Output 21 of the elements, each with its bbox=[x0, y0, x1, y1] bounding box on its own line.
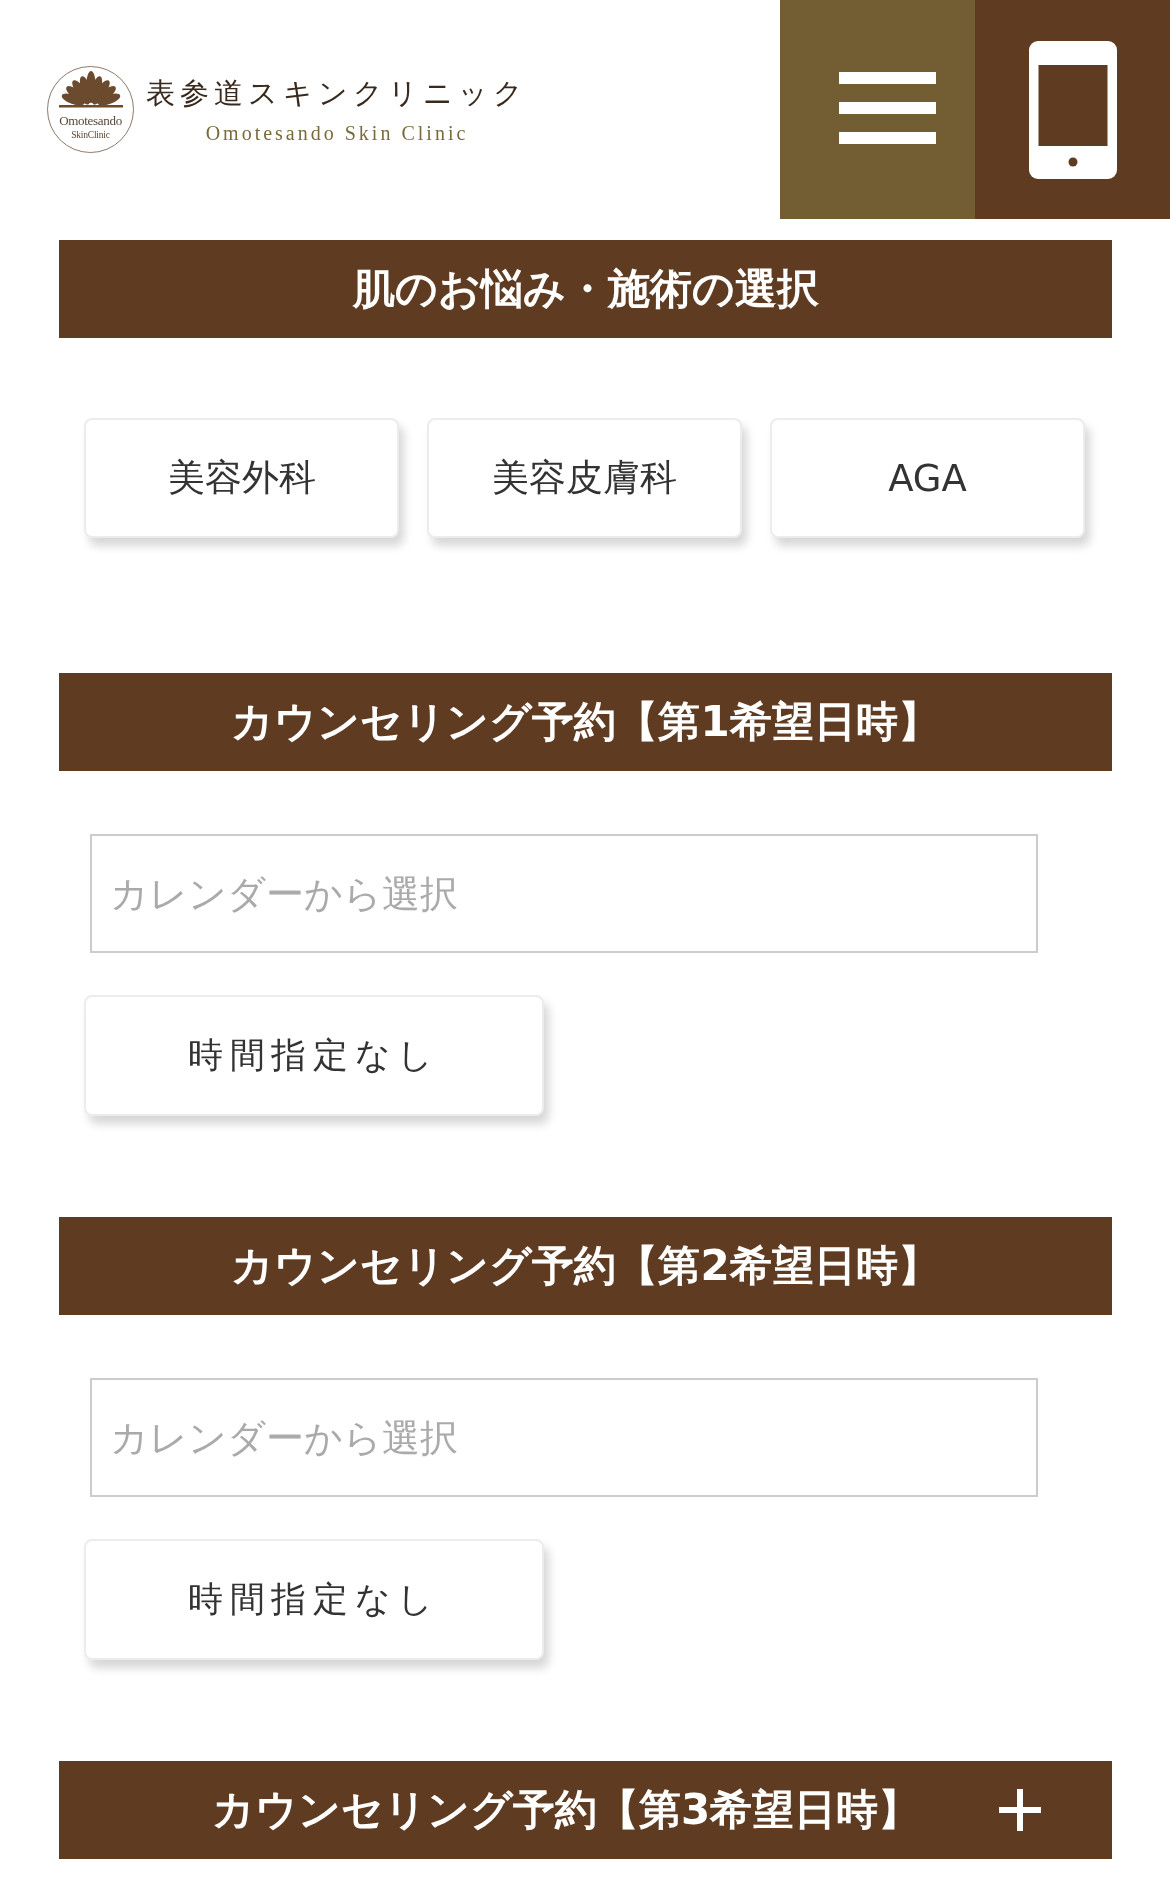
date-field[interactable]: カレンダーから選択 bbox=[90, 834, 1038, 953]
clinic-name-english: Omotesando Skin Clinic bbox=[205, 121, 469, 146]
treatment-option[interactable]: AGA bbox=[770, 418, 1085, 538]
menu-button[interactable] bbox=[780, 0, 975, 219]
no-time-preference-button[interactable]: 時間指定なし bbox=[84, 995, 544, 1116]
treatment-option[interactable]: 美容外科 bbox=[84, 418, 399, 538]
section-title: カウンセリング予約【第3希望日時】 bbox=[212, 1784, 921, 1836]
no-time-preference-button[interactable]: 時間指定なし bbox=[84, 1539, 544, 1660]
menu-icon bbox=[839, 71, 936, 144]
plus-icon[interactable] bbox=[999, 1789, 1041, 1831]
emblem-text: SkinClinic bbox=[71, 131, 110, 141]
emblem-text: Omotesando bbox=[59, 114, 122, 127]
clinic-name: 表参道スキンクリニック bbox=[146, 77, 528, 110]
phone-icon bbox=[1028, 40, 1117, 179]
date-field[interactable]: カレンダーから選択 bbox=[90, 1378, 1038, 1497]
section-title: 肌のお悩み・施術の選択 bbox=[352, 263, 819, 315]
section-title: カウンセリング予約【第2希望日時】 bbox=[231, 1240, 940, 1292]
treatment-option[interactable]: 美容皮膚科 bbox=[427, 418, 742, 538]
section-header[interactable]: カウンセリング予約【第3希望日時】 bbox=[59, 1761, 1112, 1859]
phone-button[interactable] bbox=[975, 0, 1170, 219]
section-title: カウンセリング予約【第1希望日時】 bbox=[231, 696, 940, 748]
